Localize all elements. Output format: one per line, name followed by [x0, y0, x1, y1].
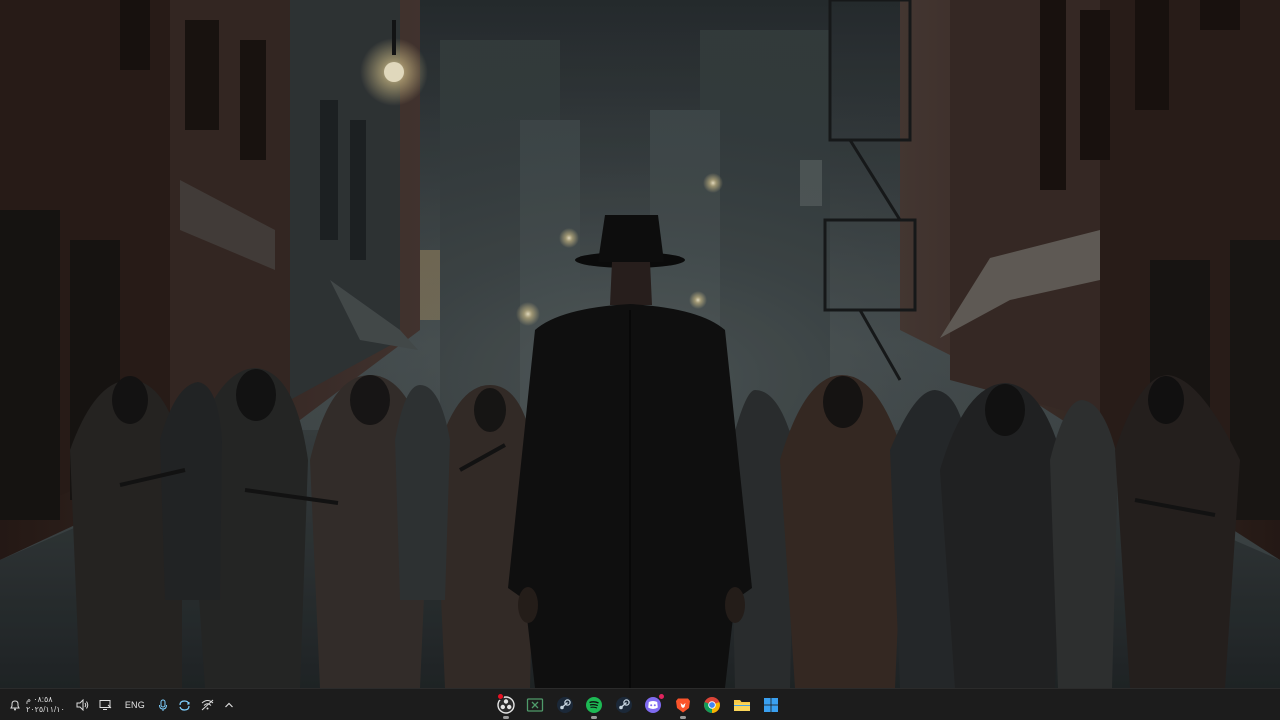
xbox-game-bar-button[interactable] [521, 689, 551, 720]
taskbar-apps [491, 689, 786, 720]
chrome-icon [703, 696, 721, 714]
wallpaper-image [0, 0, 1280, 688]
steam-icon-2 [615, 696, 633, 714]
file-explorer-button[interactable] [727, 689, 757, 720]
desktop[interactable] [0, 0, 1280, 688]
file-explorer-icon [733, 697, 751, 713]
display-icon[interactable] [94, 689, 117, 720]
brave-button[interactable] [668, 689, 698, 720]
network-off-icon[interactable] [196, 689, 219, 720]
spotify-icon [585, 696, 603, 714]
discord-notification-badge [658, 693, 665, 700]
obs-button[interactable] [491, 689, 521, 720]
notification-icon[interactable] [6, 689, 24, 720]
chrome-button[interactable] [698, 689, 728, 720]
taskbar: ٠٨:٥٨ م ٢٠٢٥/١١/١٠ ENG [0, 688, 1280, 720]
recording-badge [497, 693, 504, 700]
clock[interactable]: ٠٨:٥٨ م ٢٠٢٥/١١/١٠ [24, 695, 71, 715]
start-button[interactable] [757, 689, 787, 720]
discord-button[interactable] [639, 689, 669, 720]
start-icon [763, 697, 779, 713]
clock-time: ٠٨:٥٨ م [26, 695, 53, 704]
chevron-up-icon[interactable] [219, 689, 239, 720]
steam-button[interactable] [550, 689, 580, 720]
volume-icon[interactable] [71, 689, 94, 720]
brave-icon [674, 696, 692, 714]
microphone-icon[interactable] [153, 689, 173, 720]
steam-button-2[interactable] [609, 689, 639, 720]
system-tray: ٠٨:٥٨ م ٢٠٢٥/١١/١٠ ENG [6, 689, 239, 720]
clock-date: ٢٠٢٥/١١/١٠ [26, 705, 65, 714]
language-indicator[interactable]: ENG [117, 689, 153, 720]
sync-icon[interactable] [173, 689, 196, 720]
spotify-button[interactable] [580, 689, 610, 720]
xbox-game-bar-icon [526, 697, 544, 713]
steam-icon [556, 696, 574, 714]
